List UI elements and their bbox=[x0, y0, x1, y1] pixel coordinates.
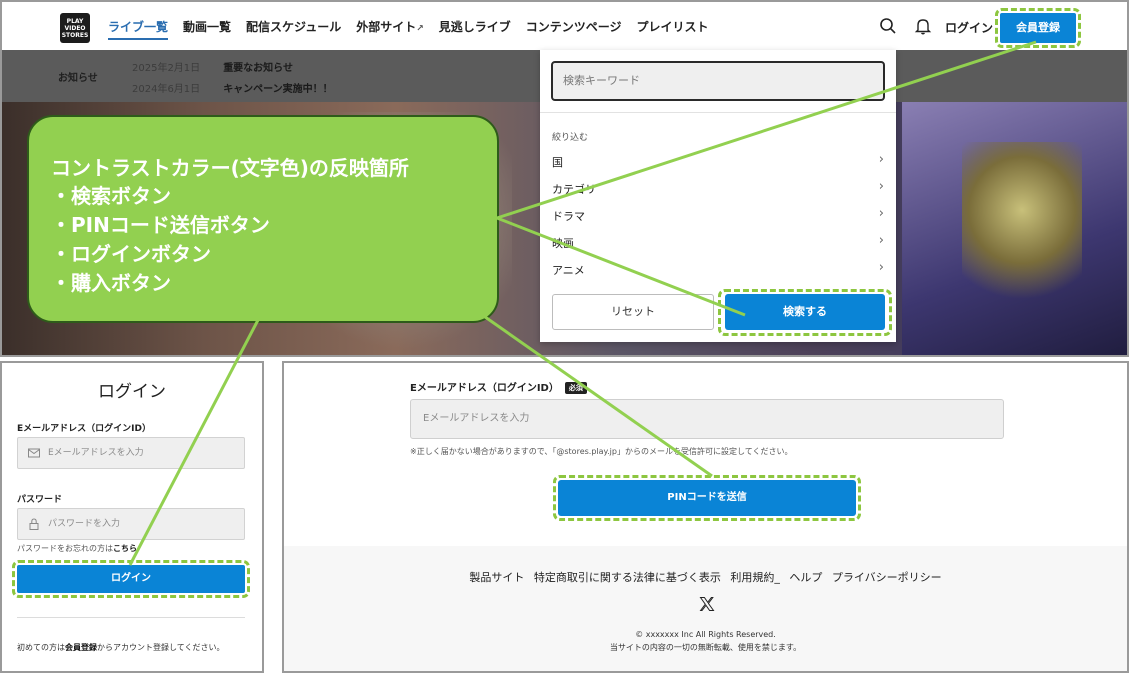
notice-label: お知らせ bbox=[58, 73, 98, 84]
login-screenshot: ログイン Eメールアドレス（ログインID） Eメールアドレスを入力 パスワード … bbox=[0, 361, 264, 673]
nav-external-site[interactable]: 外部サイト↗ bbox=[356, 18, 424, 40]
filter-movie[interactable]: 映画 › bbox=[552, 233, 884, 251]
mail-icon bbox=[28, 448, 40, 458]
site-header: PLAY VIDEO STORES ライブ一覧 動画一覧 配信スケジュール 外部… bbox=[2, 2, 1127, 50]
notice-date: 2025年2月1日 bbox=[132, 63, 201, 74]
chevron-right-icon: › bbox=[878, 233, 884, 248]
email-note: ※正しく届かない場合がありますので、「@stores.play.jp」からのメー… bbox=[410, 447, 793, 456]
reset-button[interactable]: リセット bbox=[552, 294, 714, 330]
callout-item: ・購入ボタン bbox=[51, 271, 171, 295]
login-title: ログイン bbox=[98, 382, 166, 402]
site-screenshot-top: PLAY VIDEO STORES ライブ一覧 動画一覧 配信スケジュール 外部… bbox=[0, 0, 1129, 357]
nav-missed-live[interactable]: 見逃しライブ bbox=[439, 18, 511, 40]
password-label: パスワード bbox=[17, 495, 63, 505]
main-nav: ライブ一覧 動画一覧 配信スケジュール 外部サイト↗ 見逃しライブ コンテンツペ… bbox=[108, 18, 724, 40]
footer-link-legal[interactable]: 特定商取引に関する法律に基づく表示 bbox=[534, 571, 721, 584]
filter-drama[interactable]: ドラマ › bbox=[552, 206, 884, 224]
highlight-frame-login bbox=[12, 560, 250, 598]
footer-link-help[interactable]: ヘルプ bbox=[789, 571, 822, 584]
callout-title: コントラストカラー(文字色)の反映箇所 bbox=[51, 156, 409, 180]
highlight-frame-register bbox=[995, 8, 1081, 48]
nav-schedule[interactable]: 配信スケジュール bbox=[246, 18, 341, 40]
required-badge: 必須 bbox=[564, 382, 587, 394]
register-link[interactable]: 会員登録 bbox=[65, 643, 97, 652]
footer-link-terms[interactable]: 利用規約_ bbox=[730, 571, 780, 584]
pin-form-screenshot: Eメールアドレス（ログインID） 必須 Eメールアドレスを入力 ※正しく届かない場… bbox=[282, 361, 1129, 673]
forgot-password-text: パスワードをお忘れの方はこちら bbox=[17, 544, 137, 553]
site-footer: 製品サイト 特定商取引に関する法律に基づく表示 利用規約_ ヘルプ プライバシー… bbox=[284, 546, 1127, 671]
email-label: Eメールアドレス（ログインID） 必須 bbox=[410, 379, 587, 394]
hero-figure bbox=[962, 142, 1082, 312]
first-time-text: 初めての方は会員登録からアカウント登録してください。 bbox=[17, 643, 225, 652]
chevron-right-icon: › bbox=[878, 206, 884, 221]
external-link-icon: ↗ bbox=[416, 24, 424, 34]
header-login-link[interactable]: ログイン bbox=[945, 19, 993, 36]
nav-video-list[interactable]: 動画一覧 bbox=[183, 18, 231, 40]
nav-content-page[interactable]: コンテンツページ bbox=[526, 18, 622, 40]
notice-item[interactable]: 2024年6月1日 キャンペーン実施中！！ bbox=[132, 80, 333, 95]
notice-text: キャンペーン実施中！！ bbox=[223, 84, 333, 95]
keyword-search-input[interactable]: 検索キーワード bbox=[551, 61, 885, 101]
filter-country[interactable]: 国 › bbox=[552, 152, 884, 170]
highlight-frame-search bbox=[718, 289, 892, 336]
notice-text: 重要なお知らせ bbox=[223, 63, 293, 74]
filter-anime[interactable]: アニメ › bbox=[552, 260, 884, 278]
password-field[interactable]: パスワードを入力 bbox=[17, 508, 245, 540]
highlight-frame-pin bbox=[553, 475, 861, 521]
footer-link-privacy[interactable]: プライバシーポリシー bbox=[832, 571, 942, 584]
annotation-callout: コントラストカラー(文字色)の反映箇所 ・検索ボタン ・PINコード送信ボタン … bbox=[27, 115, 499, 323]
notice-item[interactable]: 2025年2月1日 重要なお知らせ bbox=[132, 59, 293, 74]
divider bbox=[540, 112, 896, 113]
divider bbox=[17, 617, 245, 618]
chevron-right-icon: › bbox=[878, 179, 884, 194]
filter-category[interactable]: カテゴリ › bbox=[552, 179, 884, 197]
footer-link-product[interactable]: 製品サイト bbox=[469, 571, 524, 584]
nav-playlist[interactable]: プレイリスト bbox=[637, 18, 709, 40]
copyright-text: © xxxxxxx Inc All Rights Reserved. 当サイトの… bbox=[609, 630, 802, 652]
filter-heading: 絞り込む bbox=[552, 133, 589, 143]
x-social-icon[interactable] bbox=[699, 596, 715, 612]
email-field[interactable]: Eメールアドレスを入力 bbox=[410, 399, 1004, 439]
nav-live-list[interactable]: ライブ一覧 bbox=[108, 18, 169, 40]
email-field[interactable]: Eメールアドレスを入力 bbox=[17, 437, 245, 469]
notice-date: 2024年6月1日 bbox=[132, 84, 201, 95]
chevron-right-icon: › bbox=[878, 152, 884, 167]
footer-links: 製品サイト 特定商取引に関する法律に基づく表示 利用規約_ ヘルプ プライバシー… bbox=[284, 569, 1127, 585]
site-logo[interactable]: PLAY VIDEO STORES bbox=[60, 13, 90, 43]
lock-icon bbox=[29, 518, 39, 530]
callout-item: ・ログインボタン bbox=[51, 242, 211, 266]
callout-item: ・PINコード送信ボタン bbox=[51, 213, 270, 237]
callout-item: ・検索ボタン bbox=[51, 184, 171, 208]
search-icon[interactable] bbox=[878, 16, 898, 36]
forgot-password-link[interactable]: こちら bbox=[113, 544, 137, 553]
chevron-right-icon: › bbox=[878, 260, 884, 275]
bell-icon[interactable] bbox=[913, 16, 933, 36]
email-label: Eメールアドレス（ログインID） bbox=[17, 424, 151, 434]
